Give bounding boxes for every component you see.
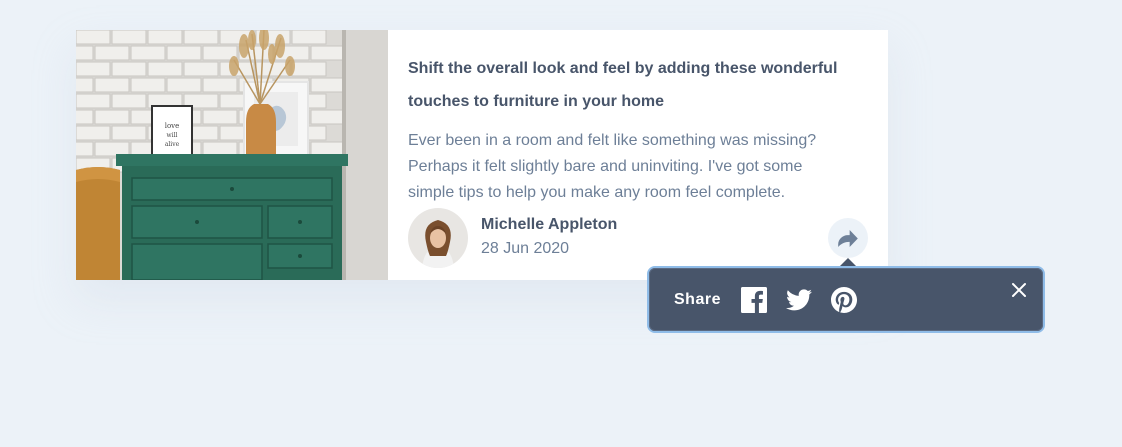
author-info: Michelle Appleton 28 Jun 2020 — [481, 214, 617, 262]
article-image: love will alive — [76, 30, 388, 280]
avatar — [408, 208, 468, 268]
facebook-button[interactable] — [740, 286, 767, 313]
share-arrow-icon — [838, 229, 858, 247]
article-body: Shift the overall look and feel by addin… — [388, 30, 888, 280]
svg-text:will: will — [167, 132, 178, 139]
svg-text:love: love — [165, 122, 180, 130]
article-description: Ever been in a room and felt like someth… — [408, 132, 817, 201]
share-label: Share — [674, 290, 721, 308]
close-icon — [1012, 283, 1026, 297]
pinterest-icon — [830, 286, 857, 313]
publish-date: 28 Jun 2020 — [481, 240, 570, 257]
svg-text:alive: alive — [165, 141, 180, 148]
avatar-image — [408, 208, 468, 268]
close-button[interactable] — [1011, 282, 1027, 298]
share-popup: Share — [647, 266, 1045, 333]
article-title[interactable]: Shift the overall look and feel by addin… — [408, 52, 868, 118]
share-button[interactable] — [828, 218, 868, 258]
facebook-icon — [740, 286, 767, 313]
twitter-icon — [786, 288, 812, 310]
twitter-button[interactable] — [786, 287, 812, 313]
author-block: Michelle Appleton 28 Jun 2020 — [408, 208, 617, 268]
article-card: love will alive Shift the overall look a… — [76, 30, 888, 280]
drawers-photo: love will alive — [76, 30, 388, 280]
pinterest-button[interactable] — [830, 286, 857, 313]
author-name: Michelle Appleton — [481, 216, 618, 233]
